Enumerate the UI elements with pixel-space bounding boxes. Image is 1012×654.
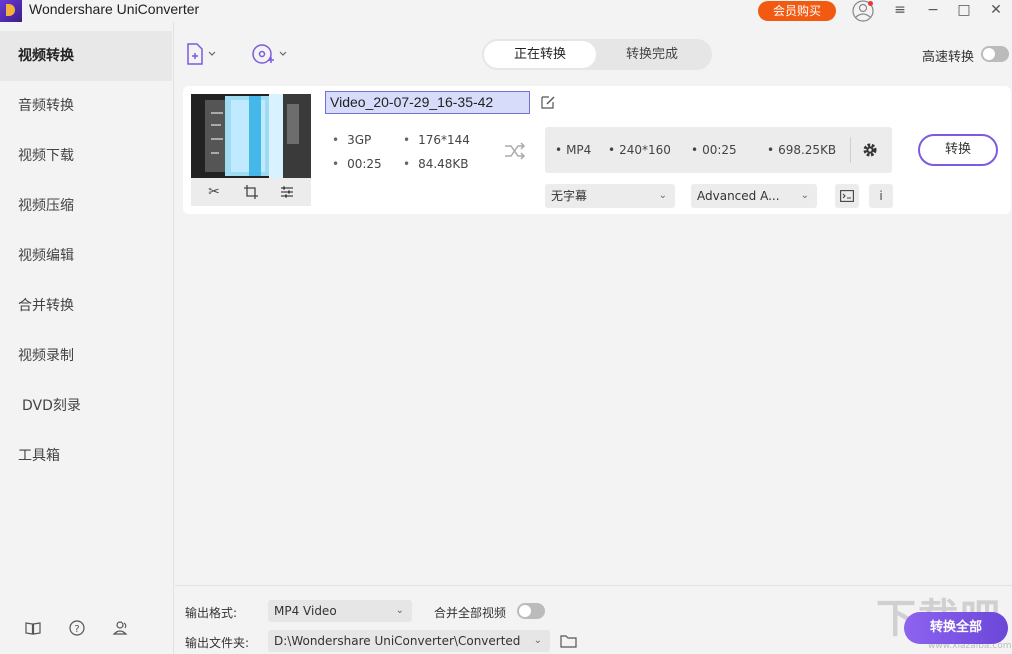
file-info-button[interactable]: i bbox=[869, 184, 893, 208]
merge-all-label: 合并全部视频 bbox=[434, 604, 506, 621]
settings-gear-icon[interactable] bbox=[861, 141, 879, 159]
target-settings-panel[interactable]: MP4 240*160 00:25 698.25KB bbox=[545, 127, 892, 173]
merge-all-toggle[interactable] bbox=[517, 603, 545, 619]
close-button[interactable]: ✕ bbox=[983, 0, 1009, 20]
fast-convert-label: 高速转换 bbox=[922, 46, 974, 65]
subtitle-select[interactable]: 无字幕 ⌄ bbox=[545, 184, 675, 208]
sidebar-item-audio-convert[interactable]: 音频转换 bbox=[0, 81, 172, 131]
target-format: MP4 bbox=[555, 143, 591, 157]
tab-finished[interactable]: 转换完成 bbox=[596, 41, 708, 68]
output-format-value: MP4 Video bbox=[274, 604, 337, 618]
title-bar: Wondershare UniConverter 会员购买 ≡ − □ ✕ bbox=[0, 0, 1012, 22]
vip-purchase-button[interactable]: 会员购买 bbox=[758, 1, 836, 21]
effects-adjust-icon[interactable] bbox=[278, 183, 296, 201]
chevron-down-icon: ⌄ bbox=[534, 630, 542, 652]
sidebar-item-video-compress[interactable]: 视频压缩 bbox=[0, 181, 172, 231]
fast-convert-toggle[interactable] bbox=[981, 46, 1009, 62]
app-title: Wondershare UniConverter bbox=[29, 1, 199, 17]
svg-text:?: ? bbox=[74, 624, 79, 635]
target-duration: 00:25 bbox=[691, 143, 737, 157]
add-file-button[interactable] bbox=[185, 42, 219, 66]
output-folder-label: 输出文件夹: bbox=[185, 634, 249, 651]
open-folder-icon[interactable] bbox=[560, 633, 578, 649]
source-duration: 00:25 bbox=[332, 157, 382, 171]
user-account-icon[interactable] bbox=[851, 0, 875, 22]
convert-button[interactable]: 转换 bbox=[918, 134, 998, 166]
tab-converting[interactable]: 正在转换 bbox=[484, 41, 596, 68]
sidebar: 视频转换 音频转换 视频下载 视频压缩 视频编辑 合并转换 视频录制 DVD刻录… bbox=[0, 22, 174, 654]
crop-icon[interactable] bbox=[242, 183, 260, 201]
source-format: 3GP bbox=[332, 133, 371, 147]
convert-all-button[interactable]: 转换全部 bbox=[904, 612, 1008, 644]
add-dvd-button[interactable] bbox=[251, 42, 291, 66]
chevron-down-icon: ⌄ bbox=[801, 184, 809, 208]
audio-track-select[interactable]: Advanced A... ⌄ bbox=[691, 184, 817, 208]
sidebar-item-dvd-burn[interactable]: DVD刻录 bbox=[0, 381, 172, 431]
video-thumbnail[interactable] bbox=[191, 94, 311, 178]
file-name-field[interactable]: Video_20-07-29_16-35-42 bbox=[325, 91, 530, 114]
chevron-down-icon: ⌄ bbox=[659, 184, 667, 208]
thumbnail-toolbar: ✂ bbox=[191, 178, 311, 206]
sidebar-item-video-convert[interactable]: 视频转换 bbox=[0, 31, 172, 81]
output-folder-path: D:\Wondershare UniConverter\Converted bbox=[274, 634, 520, 648]
sidebar-item-video-download[interactable]: 视频下载 bbox=[0, 131, 172, 181]
target-size: 698.25KB bbox=[767, 143, 836, 157]
users-icon[interactable] bbox=[112, 619, 130, 637]
minimize-button[interactable]: − bbox=[920, 0, 946, 20]
convert-arrow-icon bbox=[503, 140, 527, 162]
convert-status-tabs: 正在转换 转换完成 bbox=[482, 39, 712, 70]
output-format-label: 输出格式: bbox=[185, 604, 237, 621]
sidebar-item-video-edit[interactable]: 视频编辑 bbox=[0, 231, 172, 281]
chevron-down-icon: ⌄ bbox=[396, 600, 404, 622]
audio-track-value: Advanced A... bbox=[697, 189, 780, 203]
divider bbox=[850, 137, 851, 163]
source-resolution: 176*144 bbox=[403, 133, 470, 147]
app-logo-icon bbox=[0, 0, 22, 22]
output-format-select[interactable]: MP4 Video ⌄ bbox=[268, 600, 412, 622]
source-size: 84.48KB bbox=[403, 157, 469, 171]
rename-edit-icon[interactable] bbox=[540, 94, 556, 110]
book-icon[interactable] bbox=[24, 619, 42, 637]
sidebar-item-screen-record[interactable]: 视频录制 bbox=[0, 331, 172, 381]
subtitle-edit-icon[interactable] bbox=[835, 184, 859, 208]
sidebar-item-merge[interactable]: 合并转换 bbox=[0, 281, 172, 331]
sidebar-item-toolbox[interactable]: 工具箱 bbox=[0, 431, 172, 481]
help-icon[interactable]: ? bbox=[68, 619, 86, 637]
maximize-button[interactable]: □ bbox=[951, 0, 977, 20]
output-folder-select[interactable]: D:\Wondershare UniConverter\Converted ⌄ bbox=[268, 630, 550, 652]
subtitle-select-value: 无字幕 bbox=[551, 189, 587, 203]
trim-scissors-icon[interactable]: ✂ bbox=[205, 183, 223, 201]
target-resolution: 240*160 bbox=[608, 143, 671, 157]
menu-icon[interactable]: ≡ bbox=[887, 0, 913, 20]
